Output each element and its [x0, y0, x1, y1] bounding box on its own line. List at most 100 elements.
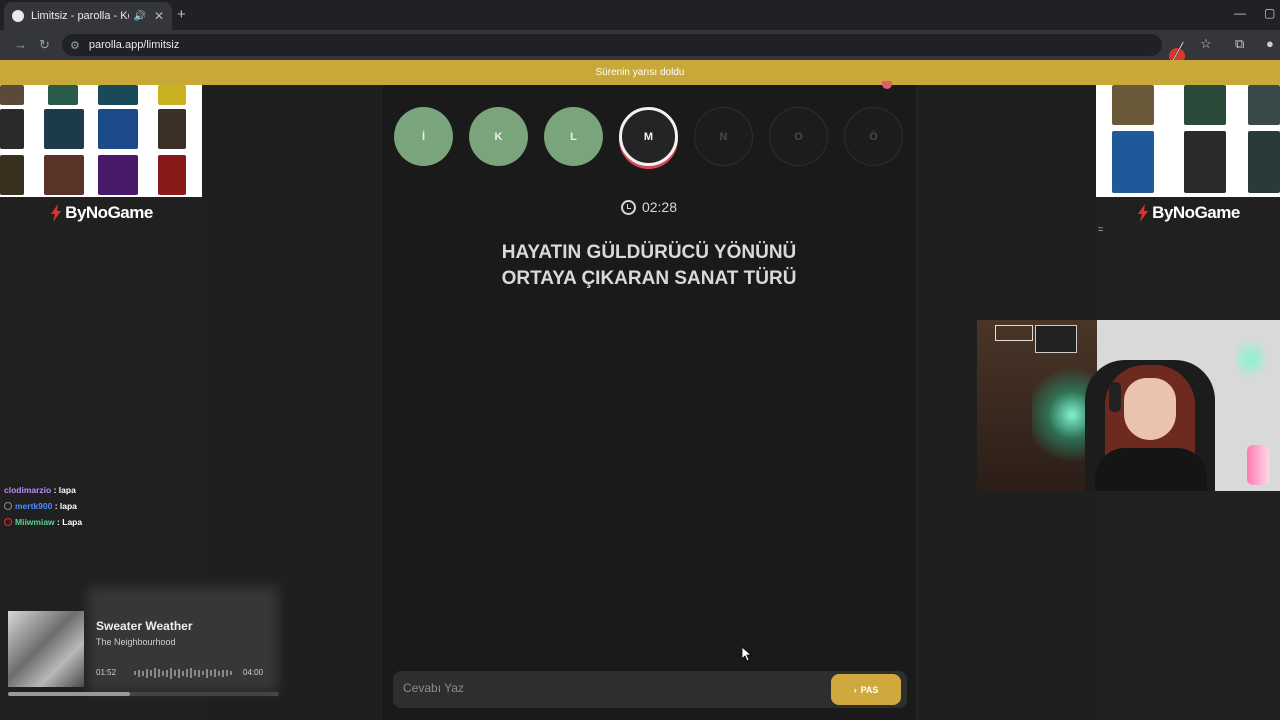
- letter-circle-active: M: [619, 107, 678, 166]
- headset-icon: [1109, 382, 1121, 412]
- waveform-bar: [206, 668, 208, 678]
- extensions-icon[interactable]: ⧉: [1235, 36, 1244, 52]
- minimize-icon[interactable]: —: [1234, 6, 1246, 20]
- chat-user: mertk900: [15, 501, 53, 511]
- chat-user: clodimarzio: [4, 485, 52, 495]
- profile-icon[interactable]: ●: [1266, 36, 1274, 51]
- song-progress-fill: [8, 692, 130, 696]
- ad-tile: [44, 109, 84, 149]
- chat-text: lapa: [59, 501, 77, 511]
- waveform-bar: [162, 670, 164, 676]
- ad-tile: [48, 85, 78, 105]
- address-bar: → ↻ ⚙ parolla.app/limitsiz ☆ ⧉ ●: [0, 30, 1280, 60]
- ad-tile: [1184, 131, 1226, 193]
- waveform-bar: [214, 669, 216, 677]
- clock-icon: [620, 199, 636, 215]
- ad-tile: [0, 109, 24, 149]
- waveform-bar: [150, 670, 152, 676]
- chat-user: Miiwmiaw: [15, 517, 55, 527]
- waveform-bar: [170, 667, 172, 679]
- now-playing-widget: Sweater Weather The Neighbourhood 01:52 …: [4, 587, 279, 696]
- waveform-bar: [186, 669, 188, 677]
- site-info-icon[interactable]: ⚙: [70, 39, 80, 52]
- waveform: [134, 667, 238, 679]
- waveform-bar: [134, 671, 136, 675]
- favicon-icon: [12, 10, 24, 22]
- waveform-bar: [154, 668, 156, 678]
- waveform-bar: [166, 669, 168, 677]
- chevron-right-icon: ›: [853, 684, 857, 695]
- bynogame-logo-icon: [51, 204, 62, 222]
- timer-text: 02:28: [641, 199, 678, 215]
- menu-icon: =: [1098, 224, 1104, 234]
- waveform-bar: [202, 671, 204, 675]
- badge-icon: [4, 518, 12, 526]
- chat-message: mertk900 : lapa: [4, 498, 82, 514]
- ad-tile: [158, 155, 186, 195]
- letter-circle: N: [694, 107, 753, 166]
- pass-label: PAS: [860, 684, 879, 695]
- neon-sign: [1035, 325, 1077, 353]
- album-art: [8, 611, 84, 687]
- waveform-bar: [218, 670, 220, 676]
- song-progress-bar: [8, 692, 279, 696]
- forward-icon[interactable]: →: [14, 37, 27, 52]
- waveform-bar: [222, 669, 224, 677]
- waveform-bar: [226, 670, 228, 676]
- waveform-bar: [190, 668, 192, 678]
- question-line: ORTAYA ÇIKARAN SANAT TÜRÜ: [501, 268, 797, 289]
- waveform-bar: [158, 669, 160, 677]
- chat-text: lapa: [58, 485, 76, 495]
- answer-bar: › PAS: [393, 671, 907, 708]
- ad-tile: [0, 85, 24, 105]
- ad-tile: [98, 155, 138, 195]
- ad-tile: [44, 155, 84, 195]
- waveform-bar: [178, 668, 180, 678]
- streamer-face: [1124, 378, 1176, 440]
- waveform-bar: [146, 668, 148, 678]
- waveform-bar: [182, 670, 184, 676]
- letter-circle: L: [544, 107, 603, 166]
- reload-icon[interactable]: ↻: [39, 37, 50, 53]
- ad-tile: [158, 85, 186, 105]
- chat-message: Miiwmiaw : Lapa: [4, 514, 82, 530]
- ad-tile: [1112, 131, 1154, 193]
- question-line: HAYATIN GÜLDÜRÜCÜ YÖNÜNÜ: [501, 242, 797, 263]
- maximize-icon[interactable]: ▢: [1264, 6, 1275, 20]
- answer-input[interactable]: [403, 681, 803, 695]
- chat-overlay: clodimarzio : lapa mertk900 : lapa Miiwm…: [4, 482, 82, 530]
- letter-circle: O: [769, 107, 828, 166]
- browser-tab[interactable]: Limitsiz - parolla - Kelime o 🔊 ✕: [4, 2, 172, 30]
- game-panel: İ K L M N O Ö 02:28 HAYATIN GÜLDÜRÜCÜ YÖ…: [381, 81, 917, 720]
- song-artist: The Neighbourhood: [96, 637, 176, 647]
- half-time-banner: Sürenin yarısı doldu: [0, 60, 1280, 85]
- duration-time: 04:00: [243, 668, 264, 677]
- webcam-overlay: [977, 320, 1280, 491]
- sponsor-ad-grid: [1096, 85, 1280, 197]
- sponsor-logo: ByNoGame: [1096, 203, 1280, 223]
- ad-tile: [98, 109, 138, 149]
- waveform-bar: [210, 670, 212, 676]
- ad-tile: [1184, 85, 1226, 125]
- letter-circle: K: [469, 107, 528, 166]
- sponsor-brand-text: ByNoGame: [1152, 203, 1240, 222]
- tab-title: Limitsiz - parolla - Kelime o: [31, 10, 129, 22]
- close-tab-icon[interactable]: ✕: [154, 9, 164, 23]
- browser-tab-bar: Limitsiz - parolla - Kelime o 🔊 ✕ + — ▢: [0, 0, 1280, 30]
- chat-message: clodimarzio : lapa: [4, 482, 82, 498]
- waveform-bar: [142, 670, 144, 676]
- elapsed-time: 01:52: [96, 668, 117, 677]
- sponsor-ad-grid: [0, 85, 202, 197]
- ad-tile: [158, 109, 186, 149]
- ad-tile: [1248, 131, 1280, 193]
- waveform-bar: [194, 670, 196, 676]
- speaker-icon[interactable]: 🔊: [133, 11, 145, 22]
- new-tab-icon[interactable]: +: [177, 6, 186, 23]
- chat-text: Lapa: [62, 517, 83, 527]
- star-icon[interactable]: ☆: [1200, 36, 1212, 52]
- waveform-bar: [230, 671, 232, 675]
- waveform-bar: [138, 669, 140, 677]
- url-field[interactable]: ⚙ parolla.app/limitsiz: [62, 34, 1162, 56]
- pass-button[interactable]: › PAS: [831, 674, 901, 705]
- letter-circle: Ö: [844, 107, 903, 166]
